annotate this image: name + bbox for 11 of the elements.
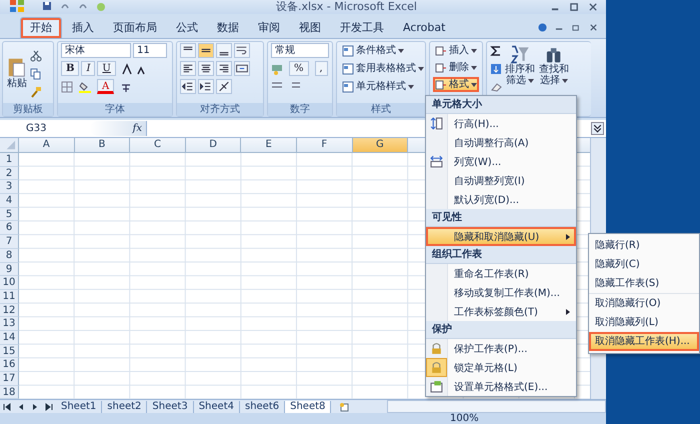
menu-section-header: 单元格大小: [426, 96, 576, 114]
menu-section-header: 保护: [426, 321, 576, 339]
group-label: 对齐方式: [177, 103, 263, 116]
group-label: 数字: [268, 103, 332, 116]
window-title: 设备.xlsx - Microsoft Excel: [276, 0, 417, 14]
menu-section-header: 可见性: [426, 209, 576, 227]
group-label: 剪贴板: [3, 103, 53, 116]
zoom-level: 100%: [450, 413, 479, 424]
group-label: 样式: [337, 103, 425, 116]
menu-section-header: 组织工作表: [426, 246, 576, 264]
group-label: 字体: [58, 103, 172, 116]
